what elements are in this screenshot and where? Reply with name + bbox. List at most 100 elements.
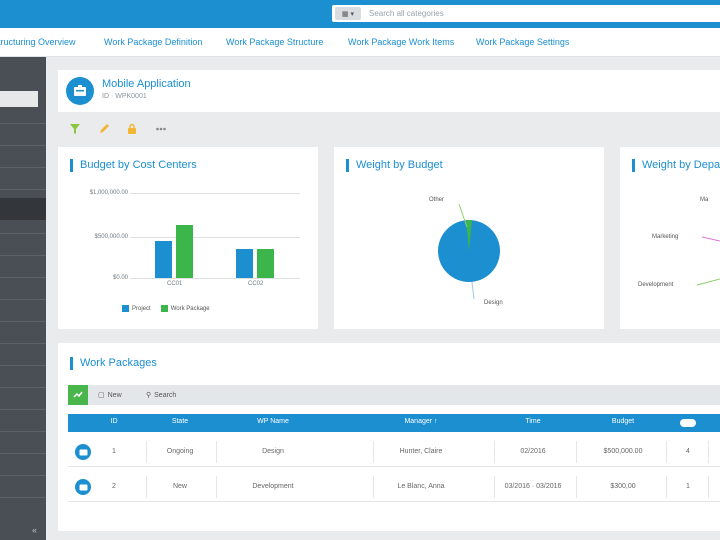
search-box[interactable]: ▦ ▾ Search all categories — [332, 5, 720, 22]
pie-chart — [438, 203, 500, 300]
sidebar-divider — [0, 255, 46, 256]
column-header-state[interactable]: State — [160, 418, 200, 425]
sidebar-divider — [0, 123, 46, 124]
sidebar-divider — [0, 475, 46, 476]
column-header-time[interactable]: Time — [508, 418, 558, 425]
cell-id: 2 — [112, 483, 116, 490]
search-input[interactable]: Search all categories — [369, 9, 444, 18]
sidebar-divider — [0, 233, 46, 234]
sidebar-divider — [0, 365, 46, 366]
work-packages-toolbar: ▢ New ⚲ Search — [68, 385, 720, 405]
work-package-row-icon[interactable] — [75, 444, 91, 460]
x-tick-label: CC02 — [248, 281, 264, 287]
y-tick-label: $500,000.00 — [94, 234, 128, 240]
legend-item-work-package[interactable]: Work Package — [160, 305, 210, 312]
collapse-sidebar-icon[interactable]: « — [32, 525, 37, 535]
top-bar: ▦ ▾ Search all categories — [0, 0, 720, 28]
sidebar-divider — [0, 189, 46, 190]
cell-budget: $300,00 — [610, 483, 636, 490]
cell-budget: $500,000.00 — [603, 448, 643, 455]
sidebar-divider — [0, 387, 46, 388]
pie-leaders — [696, 236, 720, 286]
search-filter-dropdown[interactable]: ▦ ▾ — [335, 7, 361, 20]
table-header: ID State WP Name Manager ↑ Time Budget — [68, 414, 720, 432]
object-header: Mobile Application ID · WPK0001 — [58, 70, 720, 112]
nav-work-package-work-items[interactable]: Work Package Work Items — [348, 37, 454, 47]
go-button[interactable] — [68, 385, 88, 405]
cell-manager: Le Blanc, Anna — [397, 483, 445, 490]
new-button[interactable]: ▢ New — [98, 388, 122, 402]
nav-structuring-overview[interactable]: Structuring Overview — [0, 37, 76, 47]
work-package-icon — [66, 77, 94, 105]
sidebar-divider — [0, 321, 46, 322]
weight-by-budget-panel: Weight by Budget Other Design — [334, 147, 604, 329]
bar-work-package-cc01 — [176, 225, 193, 278]
grid-icon: ▦ — [341, 10, 349, 18]
more-icon[interactable] — [154, 122, 168, 136]
gridline — [130, 193, 300, 194]
legend-item-project[interactable]: Project — [122, 305, 151, 312]
sidebar-divider — [0, 431, 46, 432]
sidebar-item-active[interactable] — [0, 198, 46, 220]
nav-work-package-definition[interactable]: Work Package Definition — [104, 37, 202, 47]
column-header-wp-name[interactable]: WP Name — [243, 418, 303, 425]
column-toggle-icon[interactable] — [680, 419, 696, 427]
y-tick-label: $1,000,000.00 — [89, 190, 128, 196]
work-packages-table: ID State WP Name Manager ↑ Time Budget 1… — [68, 414, 720, 502]
sidebar: « — [0, 57, 46, 540]
pie-leader-design — [471, 281, 475, 300]
weight-by-department-panel: Weight by Department Ma Marketing Develo… — [620, 147, 720, 329]
sidebar-divider — [0, 453, 46, 454]
filter-icon[interactable] — [68, 122, 82, 136]
search-button[interactable]: ⚲ Search — [146, 388, 176, 402]
new-document-icon: ▢ — [98, 392, 105, 399]
bar-project-cc01 — [155, 241, 172, 278]
cell-count: 4 — [686, 448, 690, 455]
gridline — [130, 237, 300, 238]
sidebar-divider — [0, 343, 46, 344]
panel-title: Work Packages — [70, 357, 157, 370]
nav-work-package-settings[interactable]: Work Package Settings — [476, 37, 569, 47]
bar-work-package-cc02 — [257, 249, 274, 278]
x-axis — [130, 278, 300, 279]
search-icon: ⚲ — [146, 392, 152, 399]
column-header-manager[interactable]: Manager ↑ — [386, 418, 456, 425]
table-row[interactable]: 2 New Development Le Blanc, Anna 03/2016… — [68, 472, 720, 502]
cell-count: 1 — [686, 483, 690, 490]
pie-leader-marketing — [701, 236, 720, 242]
lock-icon[interactable] — [125, 122, 139, 136]
page-subtitle: ID · WPK0001 — [102, 93, 147, 100]
cell-id: 1 — [112, 448, 116, 455]
cell-time: 03/2016 · 03/2016 — [504, 483, 562, 490]
pie-label-design: Design — [484, 300, 503, 306]
column-header-id[interactable]: ID — [104, 418, 124, 425]
sidebar-divider — [0, 409, 46, 410]
pie-label-other: Other — [429, 197, 445, 203]
cell-wp-name: Design — [262, 448, 284, 455]
chart-legend: Project Work Package — [122, 305, 210, 312]
sidebar-divider — [0, 299, 46, 300]
table-row[interactable]: 1 Ongoing Design Hunter, Claire 02/2016 … — [68, 437, 720, 467]
chevron-down-icon: ▾ — [350, 10, 355, 18]
x-tick-label: CC01 — [167, 281, 183, 287]
sidebar-divider — [0, 277, 46, 278]
edit-icon[interactable] — [97, 122, 111, 136]
sidebar-search-input[interactable] — [0, 91, 38, 107]
nav-work-package-structure[interactable]: Work Package Structure — [226, 37, 323, 47]
page-title: Mobile Application — [102, 78, 191, 90]
cell-state: Ongoing — [166, 448, 194, 455]
cell-manager: Hunter, Claire — [399, 448, 443, 455]
bar-project-cc02 — [236, 249, 253, 278]
column-header-budget[interactable]: Budget — [598, 418, 648, 425]
work-packages-panel: Work Packages ▢ New ⚲ Search ID State WP… — [58, 343, 720, 531]
navigation-bar: Structuring Overview Work Package Defini… — [0, 28, 720, 57]
cell-state: New — [172, 483, 187, 490]
cell-time: 02/2016 — [520, 448, 546, 455]
budget-by-cost-centers-panel: Budget by Cost Centers $1,000,000.00 $50… — [58, 147, 318, 329]
work-package-row-icon[interactable] — [75, 479, 91, 495]
sidebar-divider — [0, 497, 46, 498]
y-tick-label: $0.00 — [112, 275, 128, 281]
sidebar-divider — [0, 145, 46, 146]
panel-title: Budget by Cost Centers — [70, 159, 197, 172]
cell-wp-name: Development — [252, 483, 294, 490]
